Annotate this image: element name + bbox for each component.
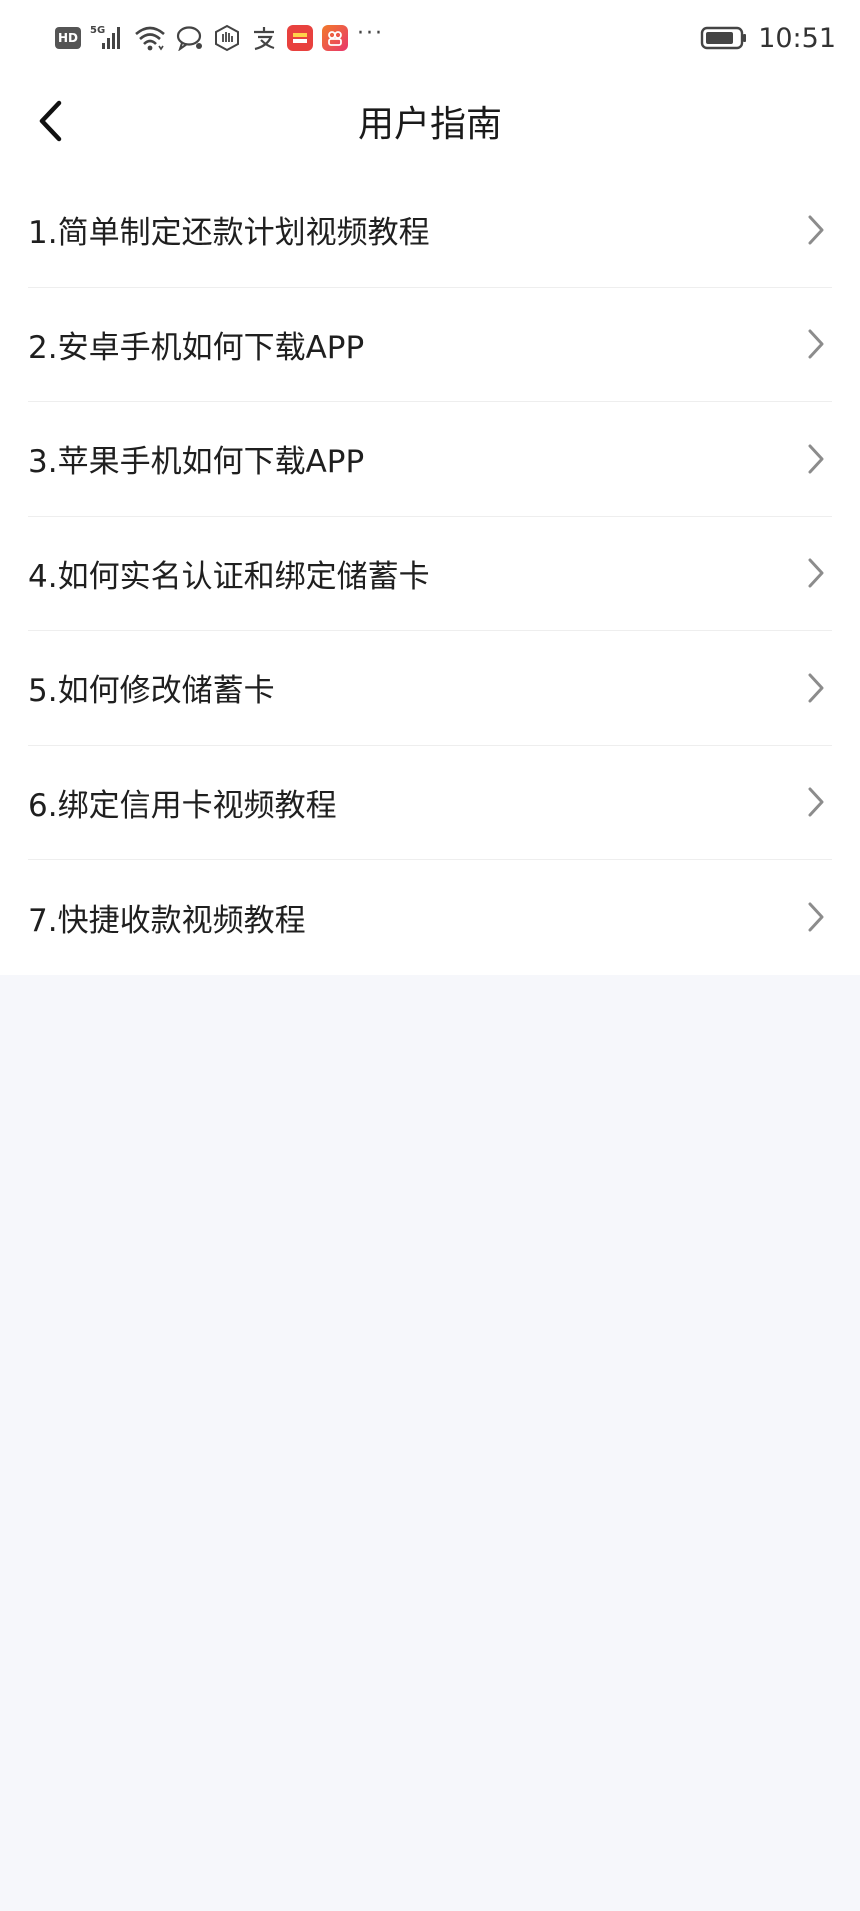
more-icon: ··· bbox=[357, 21, 384, 46]
list-item-label: 1.简单制定还款计划视频教程 bbox=[28, 215, 430, 252]
page-title: 用户指南 bbox=[357, 104, 502, 145]
status-time: 10:51 bbox=[758, 22, 836, 54]
list-item-label: 6.绑定信用卡视频教程 bbox=[28, 787, 337, 824]
hand-icon bbox=[213, 23, 241, 53]
list-item[interactable]: 6.绑定信用卡视频教程 bbox=[28, 746, 832, 860]
navigation-header: 用户指南 bbox=[0, 76, 860, 166]
status-right: 10:51 bbox=[700, 23, 836, 54]
chevron-right-icon bbox=[808, 787, 824, 817]
chevron-right-icon bbox=[808, 329, 824, 359]
chevron-right-icon bbox=[808, 444, 824, 474]
wifi-icon bbox=[133, 23, 167, 53]
hd-icon: HD bbox=[55, 23, 81, 53]
chevron-right-icon bbox=[808, 902, 824, 932]
guide-list: 1.简单制定还款计划视频教程 2.安卓手机如何下载APP 3.苹果手机如何下载A… bbox=[0, 173, 860, 975]
status-icons: HD 5G ··· bbox=[55, 23, 384, 53]
chevron-left-icon bbox=[39, 100, 62, 142]
list-item[interactable]: 7.快捷收款视频教程 bbox=[28, 860, 832, 975]
list-item-label: 5.如何修改储蓄卡 bbox=[28, 673, 275, 710]
chat-bubble-icon bbox=[176, 23, 204, 53]
red-app-icon bbox=[287, 25, 313, 51]
chevron-right-icon bbox=[808, 673, 824, 703]
list-item-label: 4.如何实名认证和绑定储蓄卡 bbox=[28, 558, 430, 595]
pink-app-icon bbox=[322, 25, 348, 51]
screen: HD 5G ··· 10:51 用户指南 1.简单制定还款计划视频教程 2.安卓… bbox=[0, 0, 860, 1911]
list-item[interactable]: 1.简单制定还款计划视频教程 bbox=[28, 173, 832, 288]
hd-label: HD bbox=[55, 27, 81, 49]
list-item-label: 7.快捷收款视频教程 bbox=[28, 902, 306, 939]
battery-icon bbox=[700, 23, 748, 53]
network-label: 5G bbox=[90, 25, 105, 36]
alipay-icon bbox=[250, 23, 278, 53]
list-item[interactable]: 2.安卓手机如何下载APP bbox=[28, 288, 832, 402]
list-item[interactable]: 4.如何实名认证和绑定储蓄卡 bbox=[28, 517, 832, 631]
list-item[interactable]: 5.如何修改储蓄卡 bbox=[28, 631, 832, 746]
back-button[interactable] bbox=[28, 93, 72, 149]
chevron-right-icon bbox=[808, 215, 824, 245]
list-item[interactable]: 3.苹果手机如何下载APP bbox=[28, 402, 832, 517]
content-panel: HD 5G ··· 10:51 用户指南 1.简单制定还款计划视频教程 2.安卓… bbox=[0, 0, 860, 975]
list-item-label: 3.苹果手机如何下载APP bbox=[28, 444, 365, 481]
list-item-label: 2.安卓手机如何下载APP bbox=[28, 329, 365, 366]
status-bar: HD 5G ··· 10:51 bbox=[0, 0, 860, 76]
chevron-right-icon bbox=[808, 558, 824, 588]
5g-signal-icon: 5G bbox=[90, 23, 124, 53]
